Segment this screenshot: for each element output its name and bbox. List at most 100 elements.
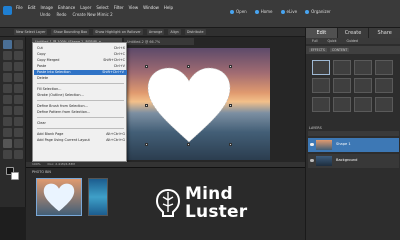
selection-brush-tool-icon[interactable] bbox=[14, 73, 23, 82]
menu-filter[interactable]: Filter bbox=[114, 5, 124, 10]
menu-item-paste-into-selection[interactable]: Paste Into Selection Shift+Ctrl+V bbox=[34, 70, 127, 75]
clone-stamp-tool-icon[interactable] bbox=[3, 106, 12, 115]
undo-button[interactable]: Undo bbox=[40, 12, 50, 17]
option-distribute[interactable]: Distribute bbox=[184, 29, 206, 35]
option-show-highlight[interactable]: Show Highlight on Rollover bbox=[93, 29, 143, 35]
dodge-tool-icon[interactable] bbox=[14, 150, 23, 159]
sponge-tool-icon[interactable] bbox=[3, 150, 12, 159]
layer-row-selected[interactable]: Shape 1 bbox=[308, 138, 399, 152]
eraser-tool-icon[interactable] bbox=[14, 106, 23, 115]
option-show-bounding-box[interactable]: Show Bounding Box bbox=[51, 29, 90, 35]
content-swatch[interactable] bbox=[375, 60, 393, 75]
heart-thumbnail-icon bbox=[43, 183, 75, 212]
hand-tool-icon[interactable] bbox=[3, 51, 12, 60]
eyedropper-tool-icon[interactable] bbox=[14, 51, 23, 60]
transform-handle[interactable] bbox=[145, 143, 148, 146]
content-swatch[interactable] bbox=[312, 96, 330, 112]
menu-item-add-page-current-layout[interactable]: Add Page Using Current Layout Alt+Ctrl+G bbox=[37, 138, 125, 143]
menu-item-define-pattern[interactable]: Define Pattern from Selection... bbox=[37, 110, 125, 115]
transform-handle[interactable] bbox=[187, 143, 190, 146]
healing-tool-icon[interactable] bbox=[14, 95, 23, 104]
move-tool-icon[interactable] bbox=[3, 40, 12, 49]
content-swatch[interactable] bbox=[333, 60, 351, 75]
mode-tabs: Edit Create Share bbox=[306, 28, 400, 38]
pencil-tool-icon[interactable] bbox=[14, 117, 23, 126]
lasso-tool-icon[interactable] bbox=[14, 62, 23, 71]
brush-tool-icon[interactable] bbox=[3, 117, 12, 126]
document-tab-inactive[interactable]: Untitled-2 @ 66.7% bbox=[124, 38, 194, 45]
effects-tab[interactable]: EFFECTS bbox=[309, 48, 327, 52]
layer-row[interactable]: Background bbox=[308, 154, 399, 168]
tab-quick[interactable]: Quick bbox=[327, 39, 336, 43]
menu-image[interactable]: Image bbox=[40, 5, 53, 10]
menu-item-stroke-selection[interactable]: Stroke (Outline) Selection... bbox=[37, 93, 125, 98]
blur-tool-icon[interactable] bbox=[14, 139, 23, 148]
eye-icon[interactable] bbox=[310, 143, 314, 146]
magic-wand-tool-icon[interactable] bbox=[3, 73, 12, 82]
menu-edit[interactable]: Edit bbox=[28, 5, 36, 10]
tab-guided[interactable]: Guided bbox=[346, 39, 357, 43]
tab-edit[interactable]: Edit bbox=[306, 28, 338, 38]
menu-view[interactable]: View bbox=[129, 5, 139, 10]
menu-item-copy[interactable]: Copy Ctrl+C bbox=[37, 52, 125, 57]
menu-file[interactable]: File bbox=[16, 5, 23, 10]
content-swatch[interactable] bbox=[354, 60, 372, 75]
type-tool-icon[interactable] bbox=[3, 84, 12, 93]
option-arrange[interactable]: Arrange bbox=[146, 29, 165, 35]
redeye-tool-icon[interactable] bbox=[3, 95, 12, 104]
tab-full[interactable]: Full bbox=[312, 39, 317, 43]
transform-handle[interactable] bbox=[187, 65, 190, 68]
content-swatch[interactable] bbox=[333, 96, 351, 112]
photo-bin-thumbnail[interactable] bbox=[36, 178, 82, 216]
app-logo-icon[interactable] bbox=[3, 6, 12, 15]
tab-create[interactable]: Create bbox=[337, 28, 370, 38]
transform-handle[interactable] bbox=[145, 104, 148, 107]
menu-item-copy-merged[interactable]: Copy Merged Shift+Ctrl+C bbox=[37, 58, 125, 63]
menu-item-define-brush[interactable]: Define Brush from Selection... bbox=[37, 104, 125, 109]
content-swatch[interactable] bbox=[354, 78, 372, 94]
content-tab[interactable]: CONTENT bbox=[329, 48, 350, 52]
quick-link-organizer[interactable]: Organizer bbox=[305, 9, 331, 14]
menu-item-cut[interactable]: Cut Ctrl+X bbox=[37, 46, 125, 51]
zoom-tool-icon[interactable] bbox=[14, 40, 23, 49]
transform-handle[interactable] bbox=[229, 104, 232, 107]
eye-icon[interactable] bbox=[310, 159, 314, 162]
menu-help[interactable]: Help bbox=[164, 5, 173, 10]
menu-item-fill-selection[interactable]: Fill Selection... bbox=[37, 87, 125, 92]
quick-link-elive[interactable]: eLive bbox=[280, 9, 297, 14]
menu-enhance[interactable]: Enhance bbox=[58, 5, 75, 10]
content-swatch[interactable] bbox=[333, 78, 351, 94]
crop-tool-icon[interactable] bbox=[14, 84, 23, 93]
paint-bucket-tool-icon[interactable] bbox=[3, 128, 12, 137]
menu-item-paste[interactable]: Paste Ctrl+V bbox=[37, 64, 125, 69]
menu-layer[interactable]: Layer bbox=[80, 5, 91, 10]
heart-shape[interactable] bbox=[146, 66, 232, 144]
content-swatch[interactable] bbox=[354, 96, 372, 112]
transform-handle[interactable] bbox=[145, 65, 148, 68]
content-swatch[interactable] bbox=[312, 78, 330, 94]
menu-item-add-blank-page[interactable]: Add Blank Page Alt+Ctrl+G bbox=[37, 132, 125, 137]
menu-item-clear[interactable]: Clear bbox=[37, 121, 125, 126]
quick-link-home[interactable]: Home bbox=[254, 9, 273, 14]
zoom-level[interactable]: 100% bbox=[32, 162, 41, 166]
redo-button[interactable]: Redo bbox=[56, 12, 66, 17]
gradient-tool-icon[interactable] bbox=[14, 128, 23, 137]
content-swatch[interactable] bbox=[375, 78, 393, 94]
tab-share[interactable]: Share bbox=[369, 28, 400, 38]
menu-select[interactable]: Select bbox=[96, 5, 108, 10]
option-new-select-layer[interactable]: New Select Layer bbox=[14, 29, 48, 35]
menu-item-delete[interactable]: Delete bbox=[37, 76, 125, 81]
shape-tool-icon[interactable] bbox=[3, 139, 12, 148]
background-color-swatch[interactable] bbox=[11, 172, 19, 180]
transform-handle[interactable] bbox=[229, 143, 232, 146]
transform-handle[interactable] bbox=[229, 65, 232, 68]
option-align[interactable]: Align bbox=[168, 29, 181, 35]
menu-window[interactable]: Window bbox=[143, 5, 159, 10]
document-canvas[interactable] bbox=[106, 48, 270, 160]
content-swatch[interactable] bbox=[312, 60, 330, 75]
edit-context-menu: Cut Ctrl+X Copy Ctrl+C Copy Merged Shift+Ct… bbox=[32, 42, 127, 162]
photo-bin-thumbnail[interactable] bbox=[88, 178, 108, 216]
content-swatch[interactable] bbox=[375, 96, 393, 112]
marquee-tool-icon[interactable] bbox=[3, 62, 12, 71]
quick-link-open[interactable]: Open bbox=[230, 9, 247, 14]
